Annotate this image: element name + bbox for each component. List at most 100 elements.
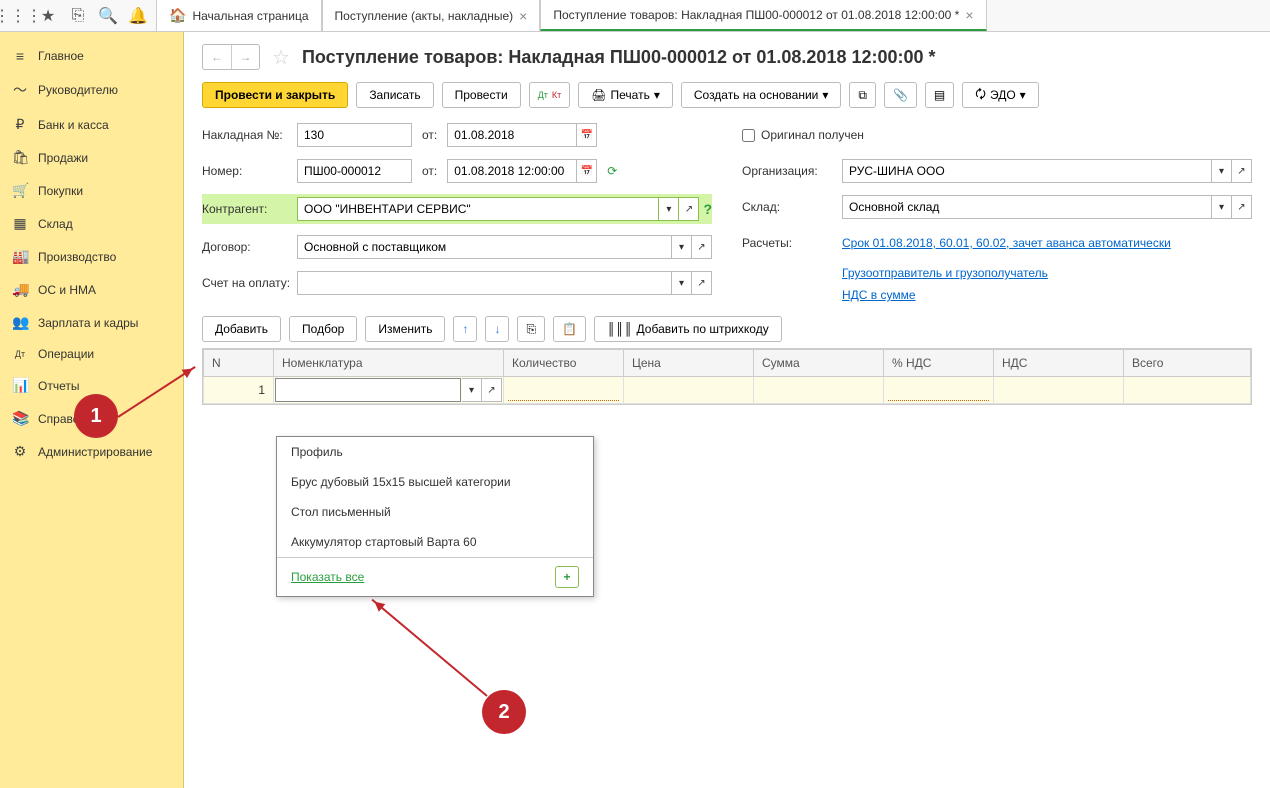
move-up-button[interactable]: ↑ — [453, 316, 477, 342]
related-docs-button[interactable]: ⧉ — [849, 82, 876, 108]
cell-quantity[interactable] — [504, 377, 624, 404]
post-button[interactable]: Провести — [442, 82, 521, 108]
col-vat-rate[interactable]: % НДС — [884, 350, 994, 377]
table-row[interactable]: 1 ▾ ↗ — [204, 377, 1251, 404]
cell-vat[interactable] — [994, 377, 1124, 404]
clipboard-icon[interactable]: ⎘ — [64, 2, 92, 30]
sidebar-item-admin[interactable]: ⚙Администрирование — [0, 435, 183, 468]
col-quantity[interactable]: Количество — [504, 350, 624, 377]
apps-icon[interactable]: ⋮⋮⋮ — [4, 2, 32, 30]
chevron-down-icon: ▾ — [654, 88, 660, 102]
favorite-star-icon[interactable]: ☆ — [272, 45, 290, 70]
dropdown-icon[interactable]: ▾ — [1212, 159, 1232, 183]
close-icon[interactable]: × — [965, 7, 973, 23]
nomenclature-input[interactable] — [275, 378, 461, 402]
sidebar-item-manager[interactable]: 〜Руководителю — [0, 72, 183, 108]
cell-nomenclature[interactable]: ▾ ↗ — [274, 377, 504, 404]
sidebar-item-sales[interactable]: 🛍Продажи — [0, 141, 183, 174]
number-input[interactable] — [297, 159, 412, 183]
back-button[interactable]: ← — [203, 45, 231, 69]
show-all-link[interactable]: Показать все — [291, 570, 364, 584]
list-button[interactable]: ▤ — [925, 82, 954, 108]
sidebar-item-operations[interactable]: ДтОперации — [0, 339, 183, 369]
dropdown-icon[interactable]: ▾ — [672, 235, 692, 259]
open-icon[interactable]: ↗ — [679, 197, 699, 221]
close-icon[interactable]: × — [519, 8, 527, 24]
add-button[interactable]: Добавить — [202, 316, 281, 342]
copy-button[interactable]: ⎘ — [517, 316, 545, 342]
edo-button[interactable]: 🗘ЭДО▾ — [962, 82, 1038, 108]
open-icon[interactable]: ↗ — [482, 378, 502, 402]
vat-link[interactable]: НДС в сумме — [842, 288, 916, 302]
create-based-button[interactable]: Создать на основании▾ — [681, 82, 842, 108]
refresh-icon[interactable]: ⟳ — [607, 164, 617, 178]
menu-icon: ≡ — [12, 48, 28, 64]
calendar-icon[interactable]: 📅 — [577, 123, 597, 147]
dropdown-icon[interactable]: ▾ — [672, 271, 692, 295]
change-button[interactable]: Изменить — [365, 316, 445, 342]
calendar-icon[interactable]: 📅 — [577, 159, 597, 183]
sidebar-item-label: ОС и НМА — [38, 283, 96, 297]
col-sum[interactable]: Сумма — [754, 350, 884, 377]
open-icon[interactable]: ↗ — [1232, 195, 1252, 219]
dropdown-icon[interactable]: ▾ — [1212, 195, 1232, 219]
add-new-button[interactable]: + — [555, 566, 579, 588]
col-price[interactable]: Цена — [624, 350, 754, 377]
tab-home[interactable]: 🏠 Начальная страница — [156, 0, 322, 31]
contract-input[interactable] — [297, 235, 672, 259]
cell-total[interactable] — [1124, 377, 1251, 404]
sidebar-item-purchases[interactable]: 🛒Покупки — [0, 174, 183, 207]
invoice-no-input[interactable] — [297, 123, 412, 147]
col-vat[interactable]: НДС — [994, 350, 1124, 377]
attach-button[interactable]: 📎 — [884, 82, 917, 108]
cell-sum[interactable] — [754, 377, 884, 404]
tab-current-doc[interactable]: Поступление товаров: Накладная ПШ00-0000… — [540, 0, 986, 31]
bell-icon[interactable]: 🔔 — [124, 2, 152, 30]
col-total[interactable]: Всего — [1124, 350, 1251, 377]
save-button[interactable]: Записать — [356, 82, 433, 108]
open-icon[interactable]: ↗ — [1232, 159, 1252, 183]
dtkt-button[interactable]: ДтКт — [529, 82, 571, 108]
original-received-checkbox[interactable] — [742, 129, 755, 142]
dropdown-item[interactable]: Брус дубовый 15х15 высшей категории — [277, 467, 593, 497]
paste-button[interactable]: 📋 — [553, 316, 586, 342]
help-icon[interactable]: ? — [703, 201, 712, 217]
post-and-close-button[interactable]: Провести и закрыть — [202, 82, 348, 108]
add-barcode-button[interactable]: ║║║Добавить по штрихкоду — [594, 316, 782, 342]
warehouse-input[interactable] — [842, 195, 1212, 219]
search-icon[interactable]: 🔍 — [94, 2, 122, 30]
forward-button[interactable]: → — [231, 45, 259, 69]
move-down-button[interactable]: ↓ — [485, 316, 509, 342]
sidebar-item-warehouse[interactable]: ▦Склад — [0, 207, 183, 240]
dropdown-item[interactable]: Аккумулятор стартовый Варта 60 — [277, 527, 593, 557]
favorite-icon[interactable]: ★ — [34, 2, 62, 30]
barcode-icon: ║║║ — [607, 322, 633, 336]
pick-button[interactable]: Подбор — [289, 316, 357, 342]
open-icon[interactable]: ↗ — [692, 235, 712, 259]
open-icon[interactable]: ↗ — [692, 271, 712, 295]
dropdown-item[interactable]: Профиль — [277, 437, 593, 467]
datetime-input[interactable] — [447, 159, 577, 183]
invoice-date-input[interactable] — [447, 123, 577, 147]
dropdown-item[interactable]: Стол письменный — [277, 497, 593, 527]
sidebar-item-main[interactable]: ≡Главное — [0, 40, 183, 72]
sidebar-item-bank[interactable]: ₽Банк и касса — [0, 108, 183, 141]
col-nomenclature[interactable]: Номенклатура — [274, 350, 504, 377]
bag-icon: 🛍 — [12, 149, 28, 166]
print-button[interactable]: 🖨Печать▾ — [578, 82, 673, 108]
tab-label: Поступление товаров: Накладная ПШ00-0000… — [553, 8, 959, 22]
settlements-link[interactable]: Срок 01.08.2018, 60.01, 60.02, зачет ава… — [842, 236, 1171, 250]
shipper-link[interactable]: Грузоотправитель и грузополучатель — [842, 266, 1048, 280]
sidebar-item-hr[interactable]: 👥Зарплата и кадры — [0, 306, 183, 339]
col-n[interactable]: N — [204, 350, 274, 377]
sidebar-item-production[interactable]: 🏭Производство — [0, 240, 183, 273]
invoice-for-input[interactable] — [297, 271, 672, 295]
cell-price[interactable] — [624, 377, 754, 404]
cell-vat-rate[interactable] — [884, 377, 994, 404]
org-input[interactable] — [842, 159, 1212, 183]
dropdown-icon[interactable]: ▾ — [659, 197, 679, 221]
counterparty-input[interactable] — [297, 197, 659, 221]
sidebar-item-assets[interactable]: 🚚ОС и НМА — [0, 273, 183, 306]
dropdown-icon[interactable]: ▾ — [462, 378, 482, 402]
tab-receipts[interactable]: Поступление (акты, накладные) × — [322, 0, 541, 31]
